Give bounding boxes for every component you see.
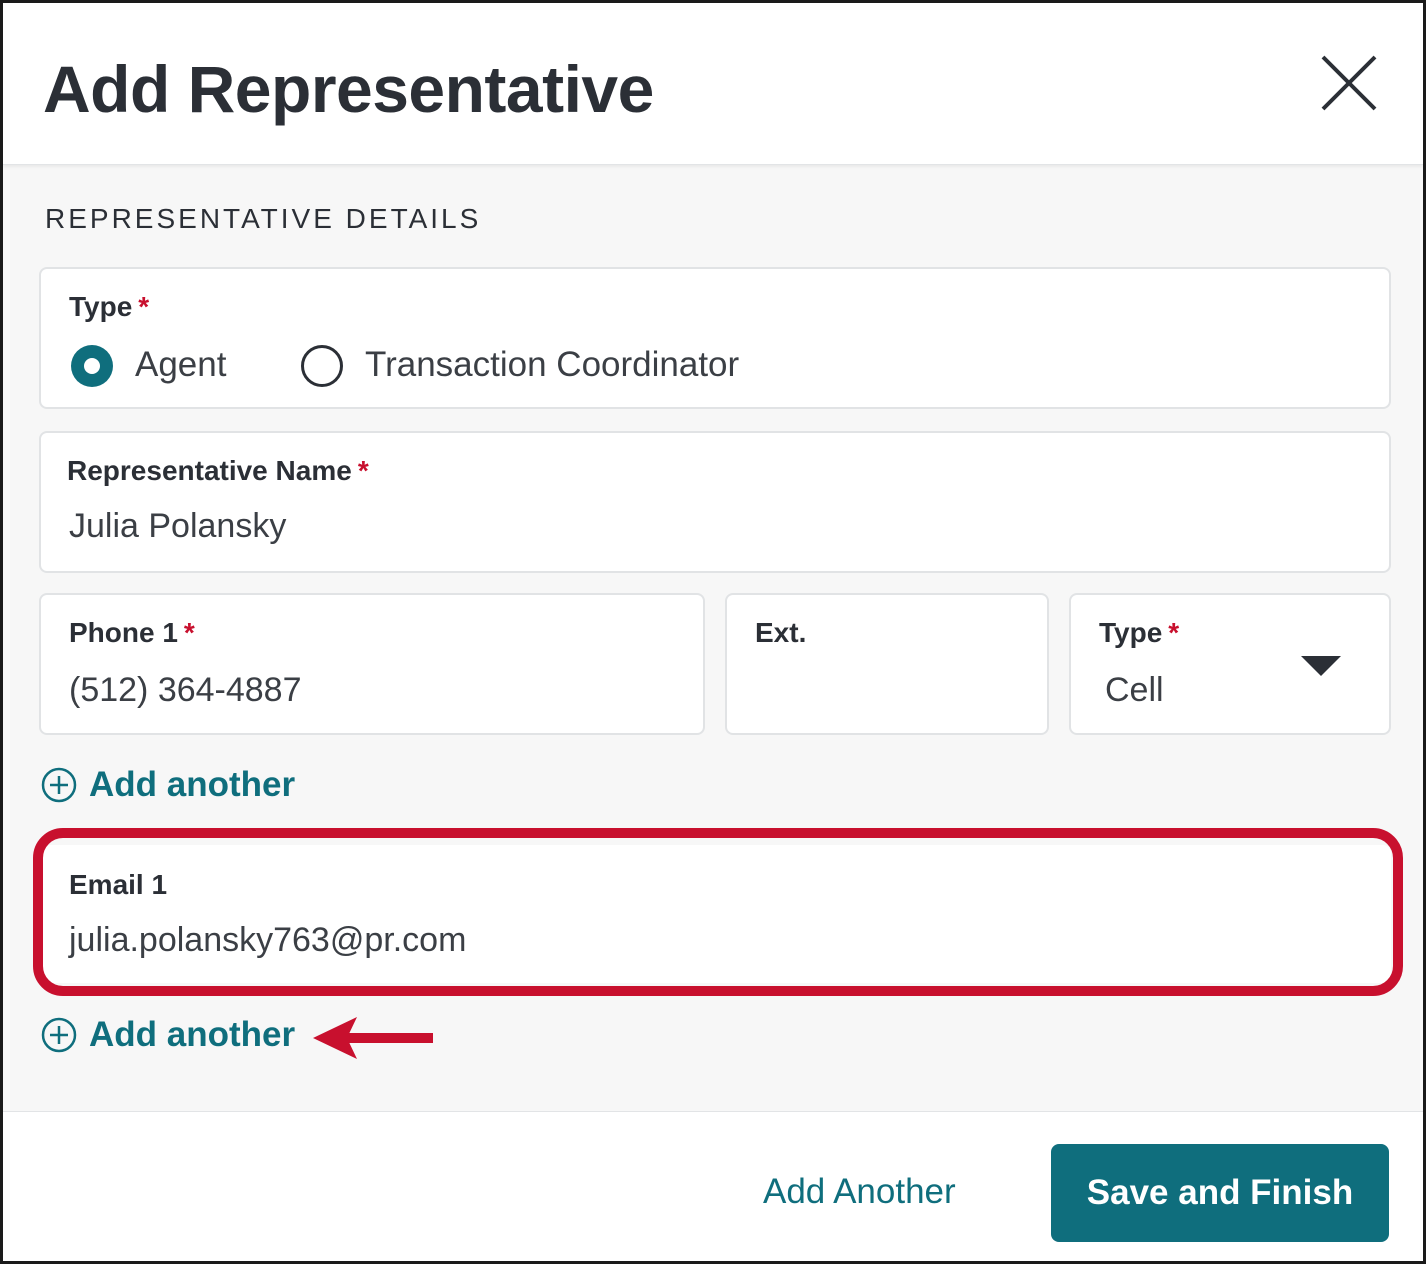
representative-name-field[interactable]: Representative Name * Julia Polansky	[39, 431, 1391, 573]
close-icon[interactable]	[1317, 51, 1381, 115]
email-label: Email 1	[69, 869, 168, 900]
phone-label-text: Phone 1	[69, 617, 178, 648]
phone-type-label-text: Type	[1099, 617, 1163, 648]
email-field[interactable]: Email 1 julia.polansky763@pr.com	[41, 845, 1391, 983]
modal-footer: Add Another Save and Finish	[3, 1111, 1423, 1261]
representative-name-input[interactable]: Julia Polansky	[69, 507, 286, 546]
email-input[interactable]: julia.polansky763@pr.com	[69, 921, 466, 960]
modal-body: REPRESENTATIVE DETAILS Type * Agent Trans…	[3, 165, 1423, 1111]
save-and-finish-button[interactable]: Save and Finish	[1051, 1144, 1389, 1242]
required-marker: *	[138, 291, 150, 322]
plus-circle-icon	[41, 1017, 77, 1053]
phone-field[interactable]: Phone 1 * (512) 364-4887	[39, 593, 705, 735]
phone-label: Phone 1 *	[69, 617, 195, 649]
radio-transaction-coordinator-label[interactable]: Transaction Coordinator	[365, 345, 739, 385]
add-another-email-link[interactable]: Add another	[41, 1015, 295, 1055]
phone-type-select[interactable]: Type * Cell	[1069, 593, 1391, 735]
modal-title: Add Representative	[43, 52, 654, 126]
add-another-button[interactable]: Add Another	[763, 1172, 956, 1212]
representative-name-label: Representative Name *	[67, 455, 369, 487]
required-marker: *	[357, 455, 369, 486]
phone-type-label: Type *	[1099, 617, 1179, 649]
ext-label: Ext.	[755, 617, 807, 648]
chevron-down-icon[interactable]	[1301, 656, 1341, 676]
annotation-arrow-icon	[313, 1017, 433, 1059]
type-label: Type *	[69, 291, 149, 323]
radio-agent-label[interactable]: Agent	[135, 345, 226, 385]
modal-header: Add Representative	[3, 3, 1423, 165]
ext-field[interactable]: Ext.	[725, 593, 1049, 735]
add-representative-modal: Add Representative REPRESENTATIVE DETAIL…	[0, 0, 1426, 1264]
section-title: REPRESENTATIVE DETAILS	[45, 203, 482, 234]
add-another-phone-label[interactable]: Add another	[89, 765, 295, 805]
radio-agent[interactable]	[71, 345, 113, 387]
type-label-text: Type	[69, 291, 133, 322]
add-another-phone-link[interactable]: Add another	[41, 765, 295, 805]
representative-name-label-text: Representative Name	[67, 455, 352, 486]
required-marker: *	[183, 617, 195, 648]
phone-input[interactable]: (512) 364-4887	[69, 671, 302, 710]
phone-type-value: Cell	[1105, 671, 1164, 709]
radio-transaction-coordinator[interactable]	[301, 345, 343, 387]
required-marker: *	[1168, 617, 1180, 648]
plus-circle-icon	[41, 767, 77, 803]
type-field: Type * Agent Transaction Coordinator	[39, 267, 1391, 409]
add-another-email-label[interactable]: Add another	[89, 1015, 295, 1055]
